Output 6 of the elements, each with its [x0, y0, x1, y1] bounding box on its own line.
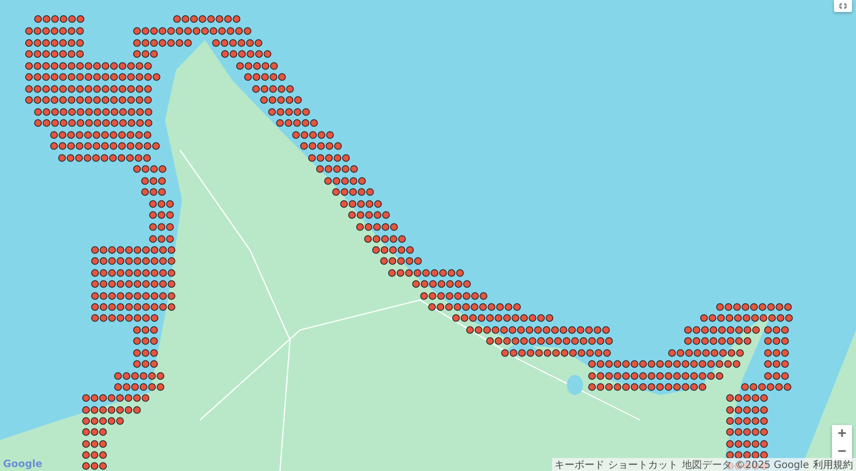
- fullscreen-icon: [839, 3, 847, 9]
- attribution-link[interactable]: キーボード ショートカット: [554, 458, 678, 471]
- map-view[interactable]: + − Google キーボード ショートカット 地図データ ©2025 Google 利用規約: [0, 0, 856, 471]
- attribution-text: 地図データ ©2025 Google: [682, 458, 809, 471]
- zoom-in-button[interactable]: +: [832, 425, 852, 443]
- fullscreen-button[interactable]: [834, 0, 852, 12]
